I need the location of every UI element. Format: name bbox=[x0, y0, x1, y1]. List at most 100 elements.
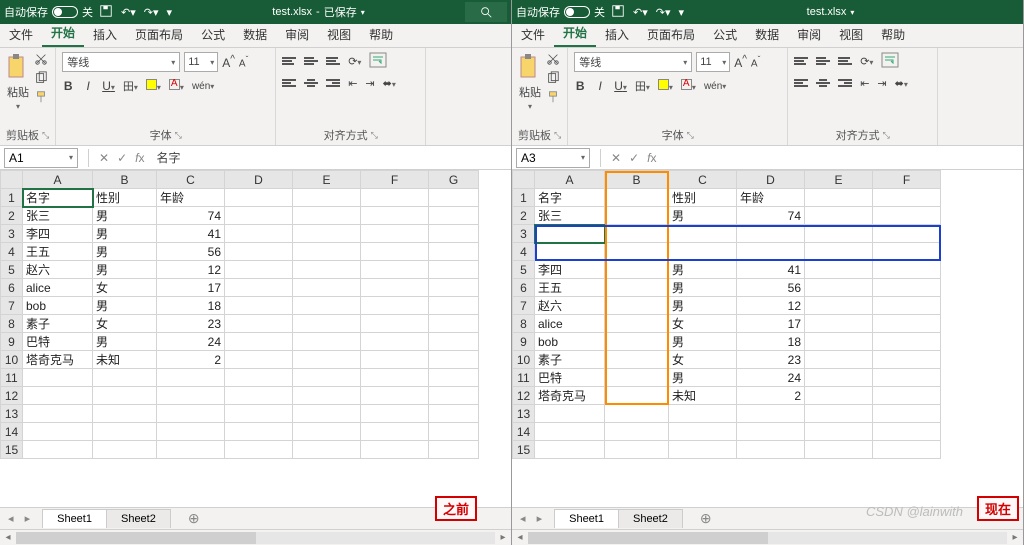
tab-layout[interactable]: 页面布局 bbox=[638, 22, 704, 47]
phonetic-button[interactable]: wén▾ bbox=[704, 81, 726, 92]
cell-B11[interactable] bbox=[605, 369, 669, 387]
cell-D14[interactable] bbox=[737, 423, 805, 441]
cell-E15[interactable] bbox=[805, 441, 873, 459]
cell-A8[interactable]: 素子 bbox=[23, 315, 93, 333]
cell-E8[interactable] bbox=[805, 315, 873, 333]
cut-icon[interactable] bbox=[546, 52, 560, 69]
cell-A2[interactable]: 张三 bbox=[535, 207, 605, 225]
cell-F1[interactable] bbox=[873, 189, 941, 207]
cell-C4[interactable]: 56 bbox=[157, 243, 225, 261]
fx-icon[interactable]: fx bbox=[131, 151, 148, 165]
add-sheet-icon[interactable]: ⊕ bbox=[188, 510, 200, 527]
cell-F1[interactable] bbox=[361, 189, 429, 207]
cell-C13[interactable] bbox=[157, 405, 225, 423]
cell-D15[interactable] bbox=[225, 441, 293, 459]
cell-F10[interactable] bbox=[361, 351, 429, 369]
phonetic-button[interactable]: wén▾ bbox=[192, 81, 214, 92]
cell-D10[interactable] bbox=[225, 351, 293, 369]
cell-C9[interactable]: 24 bbox=[157, 333, 225, 351]
cell-C13[interactable] bbox=[669, 405, 737, 423]
cell-E5[interactable] bbox=[805, 261, 873, 279]
cell-E11[interactable] bbox=[805, 369, 873, 387]
dialog-launcher-icon[interactable]: ⤡ bbox=[42, 130, 49, 141]
sheet-tab-1[interactable]: Sheet1 bbox=[554, 509, 619, 528]
cell-C7[interactable]: 18 bbox=[157, 297, 225, 315]
cell-B4[interactable]: 男 bbox=[93, 243, 157, 261]
cell-D5[interactable] bbox=[225, 261, 293, 279]
sheet-tab-1[interactable]: Sheet1 bbox=[42, 509, 107, 528]
cell-A15[interactable] bbox=[23, 441, 93, 459]
tab-review[interactable]: 审阅 bbox=[276, 22, 318, 47]
cell-A4[interactable]: 王五 bbox=[23, 243, 93, 261]
cell-F9[interactable] bbox=[873, 333, 941, 351]
fill-color-button[interactable]: ▾ bbox=[658, 79, 673, 93]
cell-D6[interactable]: 56 bbox=[737, 279, 805, 297]
cell-A4[interactable] bbox=[535, 243, 605, 261]
cell-D8[interactable]: 17 bbox=[737, 315, 805, 333]
cell-D11[interactable] bbox=[225, 369, 293, 387]
cell-F7[interactable] bbox=[873, 297, 941, 315]
cell-E2[interactable] bbox=[293, 207, 361, 225]
cell-B3[interactable] bbox=[605, 225, 669, 243]
cell-F8[interactable] bbox=[361, 315, 429, 333]
cell-A7[interactable]: bob bbox=[23, 297, 93, 315]
cell-F5[interactable] bbox=[873, 261, 941, 279]
cell-B13[interactable] bbox=[605, 405, 669, 423]
cell-D11[interactable]: 24 bbox=[737, 369, 805, 387]
cell-F14[interactable] bbox=[873, 423, 941, 441]
cell-F10[interactable] bbox=[873, 351, 941, 369]
name-box[interactable]: A1▾ bbox=[4, 148, 78, 168]
cell-F4[interactable] bbox=[873, 243, 941, 261]
save-icon[interactable] bbox=[611, 4, 625, 21]
cell-E2[interactable] bbox=[805, 207, 873, 225]
cell-C12[interactable]: 未知 bbox=[669, 387, 737, 405]
cell-F4[interactable] bbox=[361, 243, 429, 261]
cell-A12[interactable]: 塔奇克马 bbox=[535, 387, 605, 405]
formula-value[interactable]: 名字 bbox=[148, 149, 180, 166]
cell-C8[interactable]: 23 bbox=[157, 315, 225, 333]
cell-B2[interactable] bbox=[605, 207, 669, 225]
indent-inc-icon[interactable]: ⇥ bbox=[877, 77, 886, 90]
cell-B7[interactable]: 男 bbox=[93, 297, 157, 315]
merge-icon[interactable]: ⬌▾ bbox=[895, 77, 908, 90]
cell-E14[interactable] bbox=[805, 423, 873, 441]
cell-C15[interactable] bbox=[669, 441, 737, 459]
font-name-select[interactable]: 等线▾ bbox=[574, 52, 692, 72]
copy-icon[interactable] bbox=[546, 71, 560, 88]
tab-formulas[interactable]: 公式 bbox=[704, 22, 746, 47]
tab-file[interactable]: 文件 bbox=[0, 22, 42, 47]
cell-B14[interactable] bbox=[93, 423, 157, 441]
cell-E10[interactable] bbox=[293, 351, 361, 369]
dialog-launcher-icon[interactable]: ⤡ bbox=[175, 130, 182, 141]
cell-B1[interactable] bbox=[605, 189, 669, 207]
align-bottom-icon[interactable] bbox=[326, 56, 340, 68]
cell-C1[interactable]: 年龄 bbox=[157, 189, 225, 207]
undo-icon[interactable]: ↶▾ bbox=[633, 6, 648, 19]
align-top-icon[interactable] bbox=[794, 56, 808, 68]
cell-A13[interactable] bbox=[23, 405, 93, 423]
cell-A14[interactable] bbox=[535, 423, 605, 441]
fill-color-button[interactable]: ▾ bbox=[146, 79, 161, 93]
cell-B9[interactable]: 男 bbox=[93, 333, 157, 351]
cell-E14[interactable] bbox=[293, 423, 361, 441]
cell-E12[interactable] bbox=[293, 387, 361, 405]
cell-C2[interactable]: 74 bbox=[157, 207, 225, 225]
cell-A2[interactable]: 张三 bbox=[23, 207, 93, 225]
cell-C4[interactable] bbox=[669, 243, 737, 261]
align-middle-icon[interactable] bbox=[816, 56, 830, 68]
cell-B1[interactable]: 性别 bbox=[93, 189, 157, 207]
tab-view[interactable]: 视图 bbox=[318, 22, 360, 47]
cell-E3[interactable] bbox=[293, 225, 361, 243]
cell-B15[interactable] bbox=[93, 441, 157, 459]
cell-A14[interactable] bbox=[23, 423, 93, 441]
cell-F11[interactable] bbox=[361, 369, 429, 387]
cancel-formula-icon[interactable]: ✕ bbox=[607, 151, 625, 165]
cell-D9[interactable]: 18 bbox=[737, 333, 805, 351]
cell-B13[interactable] bbox=[93, 405, 157, 423]
tab-help[interactable]: 帮助 bbox=[872, 22, 914, 47]
sheet-tab-2[interactable]: Sheet2 bbox=[618, 509, 683, 528]
cell-C10[interactable]: 2 bbox=[157, 351, 225, 369]
cell-F3[interactable] bbox=[361, 225, 429, 243]
cell-F13[interactable] bbox=[873, 405, 941, 423]
cell-D3[interactable] bbox=[737, 225, 805, 243]
